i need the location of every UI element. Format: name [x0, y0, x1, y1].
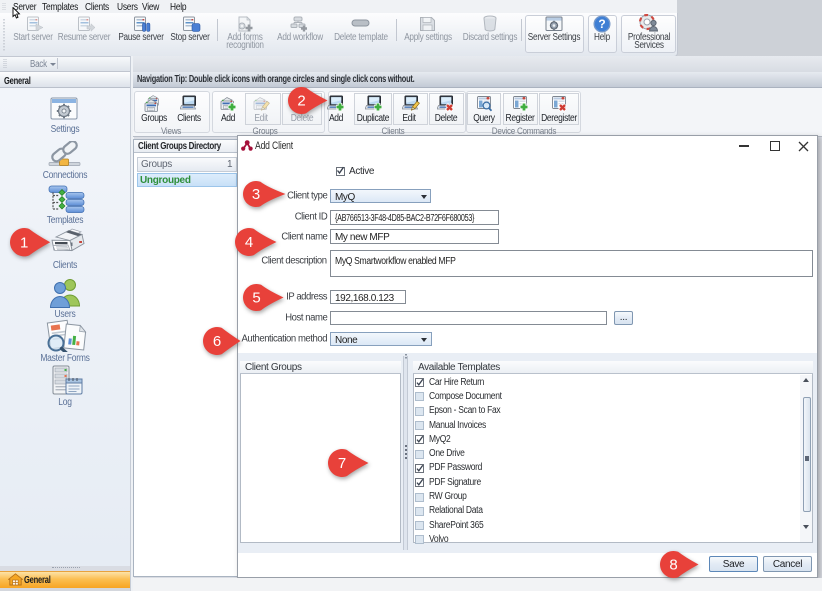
svg-text:3: 3	[251, 186, 259, 203]
svg-text:7: 7	[337, 455, 345, 472]
svg-text:2: 2	[297, 93, 305, 110]
svg-text:4: 4	[244, 234, 252, 251]
svg-text:8: 8	[669, 557, 677, 574]
svg-text:6: 6	[213, 333, 221, 350]
svg-text:?: ?	[598, 17, 605, 31]
svg-text:1: 1	[20, 235, 28, 252]
svg-text:5: 5	[252, 290, 260, 307]
